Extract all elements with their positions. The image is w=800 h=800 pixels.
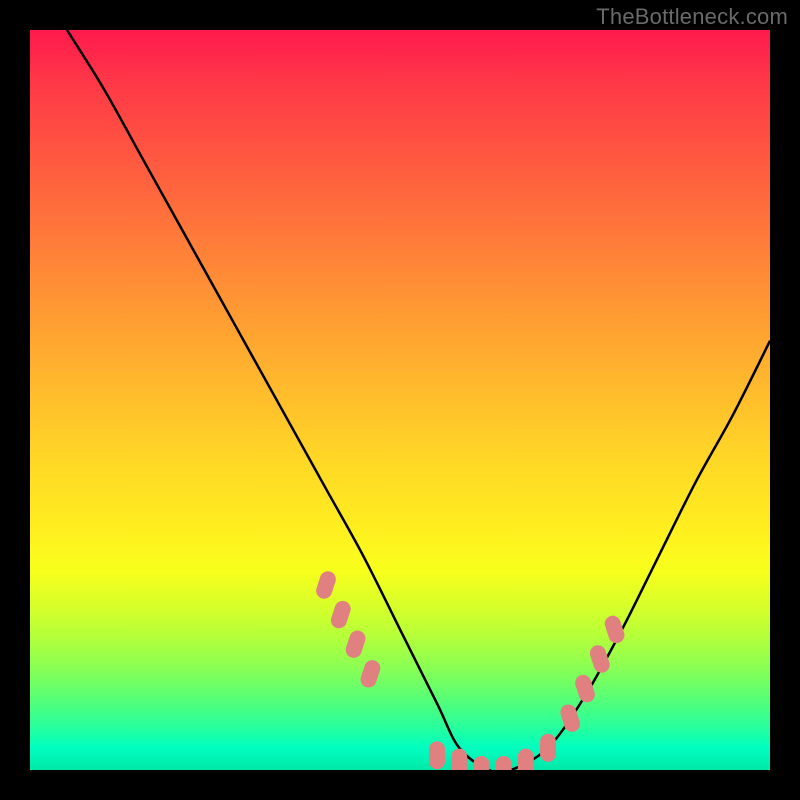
data-marker xyxy=(329,599,353,631)
data-marker xyxy=(358,658,382,690)
data-marker xyxy=(451,749,467,770)
chart-frame: TheBottleneck.com xyxy=(0,0,800,800)
data-marker xyxy=(573,673,597,705)
data-marker xyxy=(518,749,534,770)
data-marker xyxy=(344,628,368,660)
data-marker xyxy=(314,569,338,601)
data-marker xyxy=(429,741,445,769)
data-marker xyxy=(540,734,556,762)
data-marker xyxy=(603,614,627,646)
plot-area xyxy=(30,30,770,770)
watermark-label: TheBottleneck.com xyxy=(596,4,788,30)
curve-svg xyxy=(30,30,770,770)
curve-markers xyxy=(314,569,626,770)
data-marker xyxy=(473,756,489,770)
bottleneck-curve xyxy=(67,30,770,770)
data-marker xyxy=(588,643,612,675)
data-marker xyxy=(496,756,512,770)
